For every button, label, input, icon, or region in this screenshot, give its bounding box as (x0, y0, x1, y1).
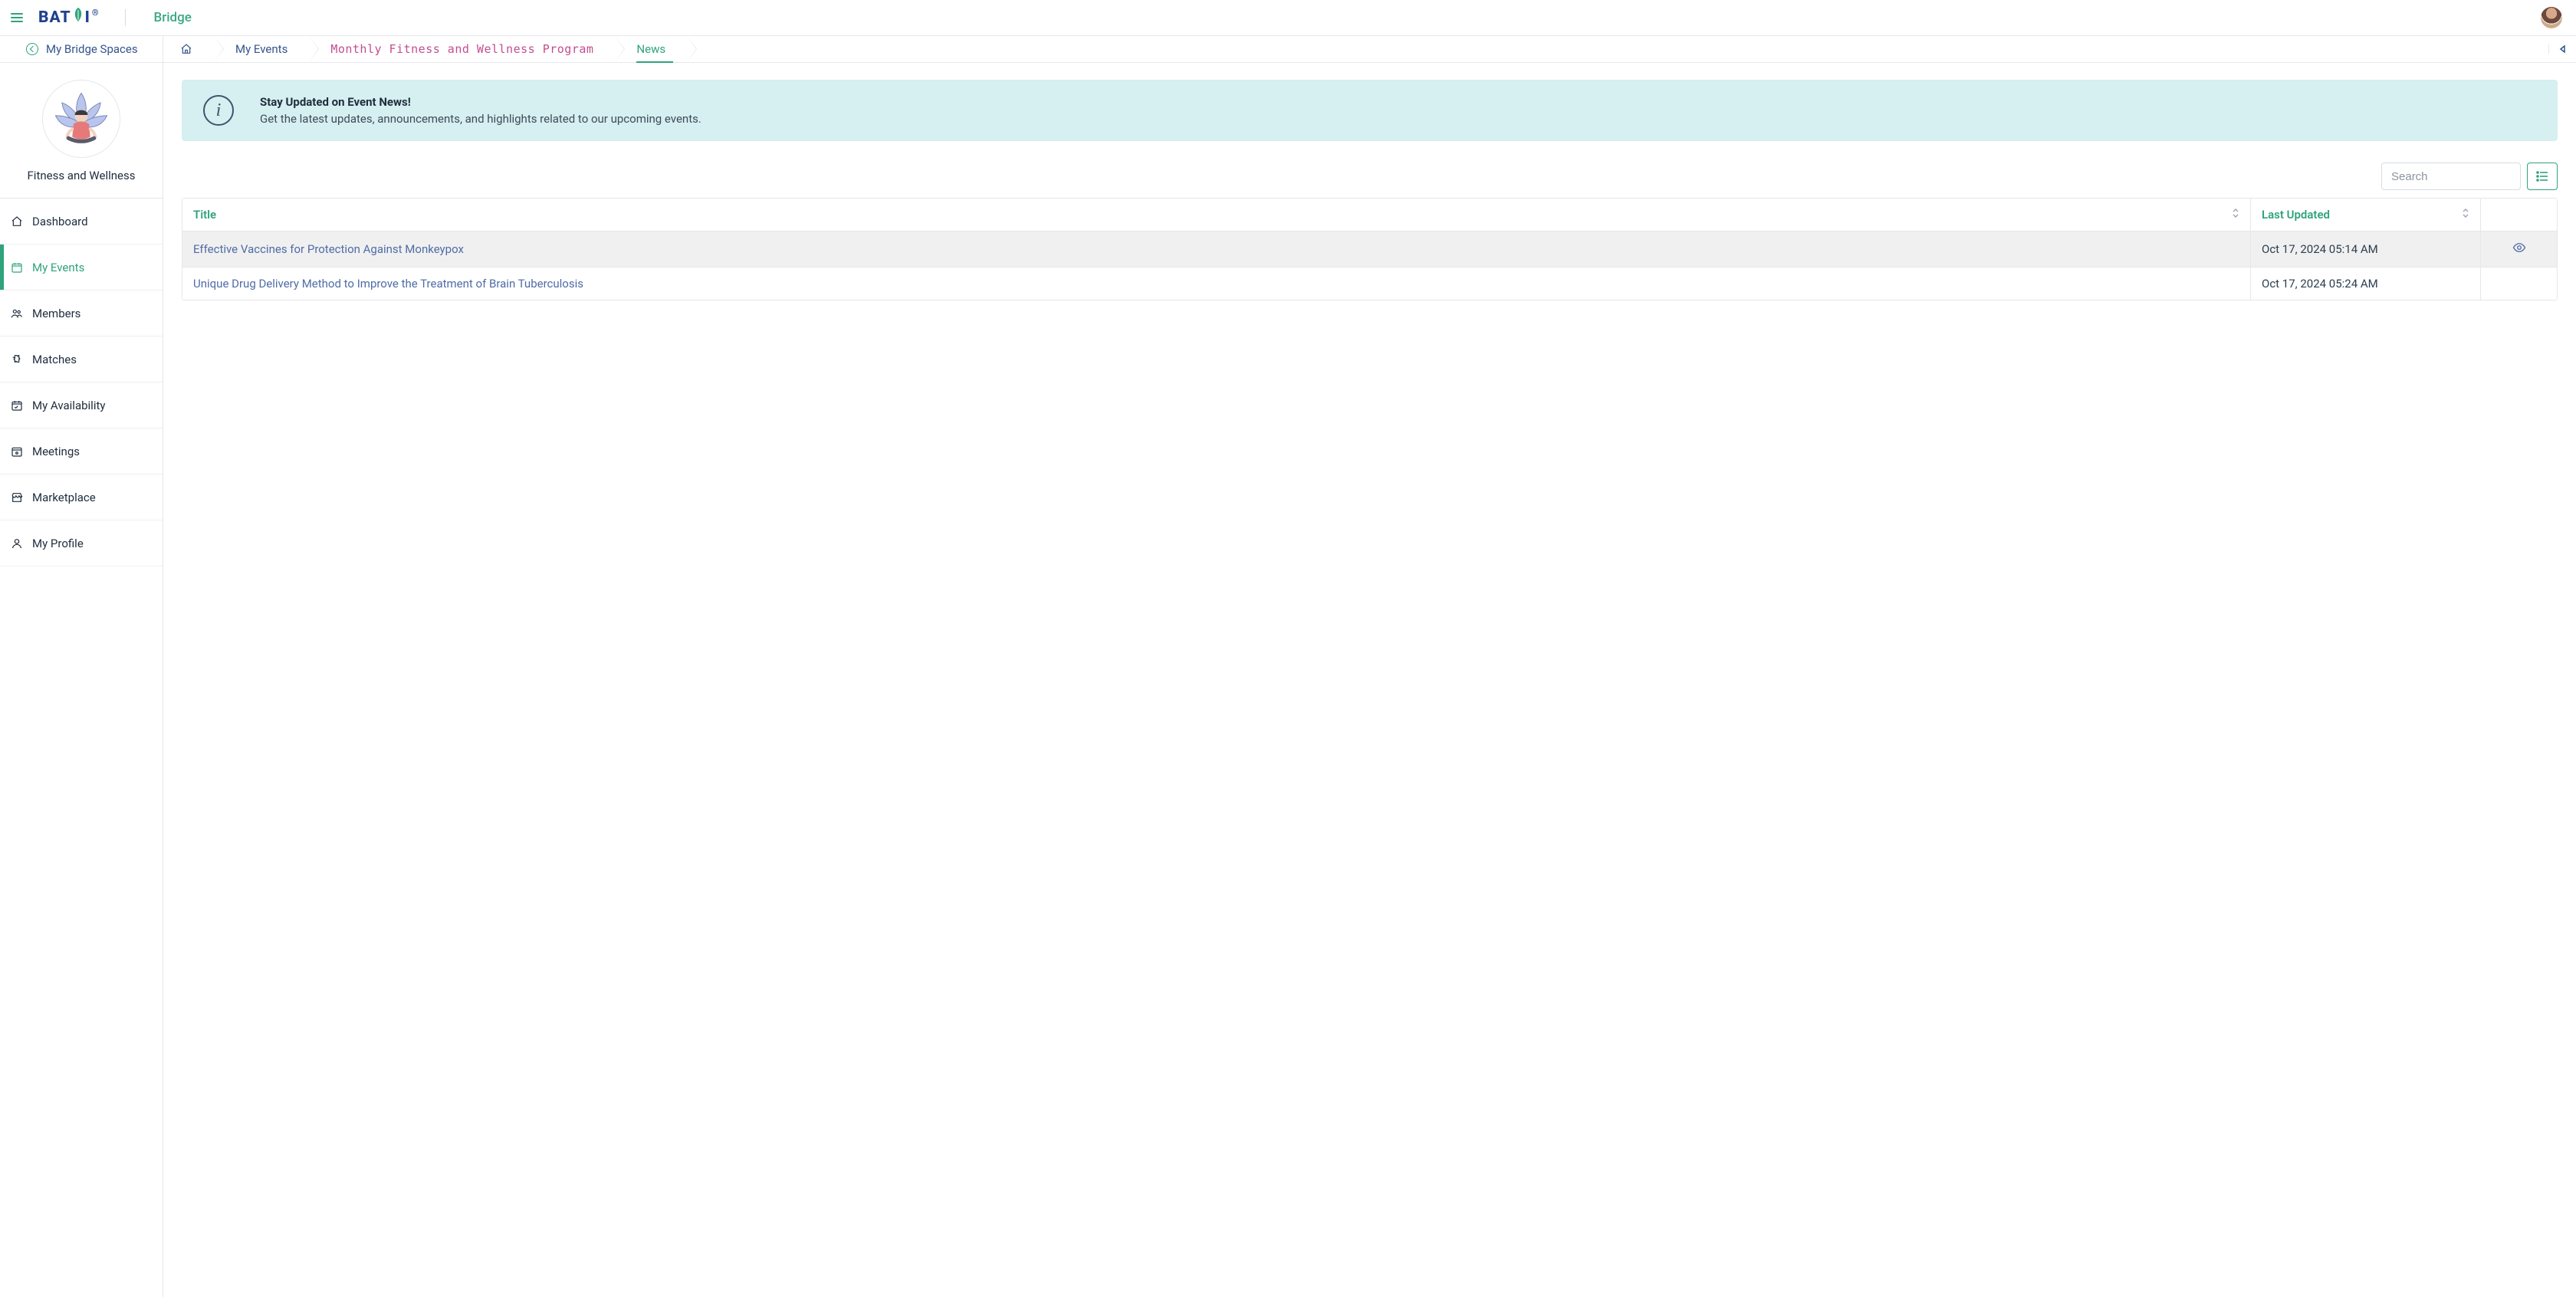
news-title-link[interactable]: Effective Vaccines for Protection Agains… (193, 242, 464, 256)
breadcrumb-news[interactable]: News (615, 36, 687, 62)
sidebar-item-label: Marketplace (32, 491, 96, 504)
logo-text-suffix: I (85, 8, 90, 27)
home-icon (180, 43, 192, 55)
app-name[interactable]: Bridge (153, 10, 191, 25)
breadcrumb-label: My Events (235, 42, 288, 56)
sidebar-item-members[interactable]: Members (0, 291, 163, 337)
sidebar-item-label: Matches (32, 353, 77, 366)
sidebar-item-label: Members (32, 307, 80, 320)
breadcrumb-event-name[interactable]: Monthly Fitness and Wellness Program (309, 36, 615, 62)
info-banner-body: Get the latest updates, announcements, a… (260, 112, 702, 126)
store-icon (11, 491, 23, 504)
table-row[interactable]: Unique Drug Delivery Method to Improve t… (182, 268, 2557, 300)
column-header-label: Title (193, 208, 216, 222)
table-header-row: Title Last Updated (182, 199, 2557, 231)
column-header-last-updated[interactable]: Last Updated (2250, 199, 2480, 231)
hamburger-menu-button[interactable] (11, 13, 23, 22)
search-input[interactable] (2381, 163, 2521, 190)
sidebar-item-meetings[interactable]: Meetings (0, 429, 163, 474)
table-row[interactable]: Effective Vaccines for Protection Agains… (182, 231, 2557, 268)
breadcrumb-my-events[interactable]: My Events (214, 36, 309, 62)
sidebar-item-dashboard[interactable]: Dashboard (0, 199, 163, 245)
sidebar-item-label: My Availability (32, 399, 105, 412)
news-last-updated: Oct 17, 2024 05:24 AM (2262, 277, 2378, 291)
sidebar: Fitness and Wellness Dashboard My Events… (0, 63, 163, 1297)
info-banner-text: Stay Updated on Event News! Get the late… (260, 95, 702, 126)
arrow-left-circle-icon (26, 43, 38, 55)
sidebar-nav: Dashboard My Events Members Matches My A… (0, 199, 163, 566)
list-view-toggle-button[interactable] (2527, 163, 2558, 190)
sort-icon (2462, 208, 2469, 222)
home-icon (11, 215, 23, 228)
logo-text-prefix: BAT (38, 8, 71, 27)
list-icon (2536, 171, 2548, 182)
column-header-actions (2480, 199, 2557, 231)
meetings-icon (11, 445, 23, 458)
sidebar-item-availability[interactable]: My Availability (0, 383, 163, 429)
back-to-spaces-link[interactable]: My Bridge Spaces (0, 36, 163, 62)
sidebar-item-matches[interactable]: Matches (0, 337, 163, 383)
page-body: Fitness and Wellness Dashboard My Events… (0, 63, 2576, 1297)
top-header-left: BAT I ® Bridge (11, 8, 192, 28)
leaf-icon (71, 7, 85, 27)
logo-separator (125, 9, 126, 26)
brand-logo[interactable]: BAT I ® (38, 8, 97, 28)
users-icon (11, 307, 23, 320)
calendar-icon (11, 261, 23, 274)
info-banner: i Stay Updated on Event News! Get the la… (182, 80, 2558, 141)
triangle-left-icon (2559, 44, 2567, 54)
column-header-label: Last Updated (2262, 208, 2330, 222)
main-content: i Stay Updated on Event News! Get the la… (163, 63, 2576, 1297)
back-to-spaces-label: My Bridge Spaces (46, 42, 138, 56)
sidebar-profile: Fitness and Wellness (0, 63, 163, 199)
info-icon: i (203, 95, 234, 126)
info-banner-title: Stay Updated on Event News! (260, 95, 702, 109)
sidebar-item-label: Dashboard (32, 215, 88, 228)
breadcrumb-home[interactable] (163, 36, 214, 62)
column-header-title[interactable]: Title (182, 199, 2250, 231)
collapse-breadcrumb-button[interactable] (2548, 44, 2576, 54)
breadcrumb: My Events Monthly Fitness and Wellness P… (163, 36, 2576, 62)
sidebar-item-label: Meetings (32, 445, 80, 458)
eye-icon[interactable] (2512, 241, 2526, 254)
sort-icon (2232, 208, 2239, 222)
breadcrumb-bar: My Bridge Spaces My Events Monthly Fitne… (0, 36, 2576, 63)
profile-icon (11, 537, 23, 550)
user-avatar[interactable] (2541, 7, 2562, 28)
sidebar-item-my-profile[interactable]: My Profile (0, 520, 163, 566)
news-table: Title Last Updated E (182, 198, 2558, 300)
registered-mark: ® (92, 8, 100, 18)
breadcrumb-label: Monthly Fitness and Wellness Program (330, 42, 593, 56)
top-header: BAT I ® Bridge (0, 0, 2576, 36)
sidebar-item-my-events[interactable]: My Events (0, 245, 163, 291)
table-toolbar (182, 163, 2558, 190)
news-last-updated: Oct 17, 2024 05:14 AM (2262, 242, 2378, 256)
lotus-meditation-icon (49, 87, 113, 151)
space-avatar[interactable] (42, 80, 120, 158)
sidebar-item-label: My Profile (32, 537, 84, 550)
sidebar-item-label: My Events (32, 261, 84, 274)
news-title-link[interactable]: Unique Drug Delivery Method to Improve t… (193, 277, 583, 291)
sidebar-item-marketplace[interactable]: Marketplace (0, 474, 163, 520)
puzzle-icon (11, 353, 23, 366)
space-name: Fitness and Wellness (28, 169, 136, 182)
breadcrumb-label: News (636, 42, 665, 56)
availability-icon (11, 399, 23, 412)
